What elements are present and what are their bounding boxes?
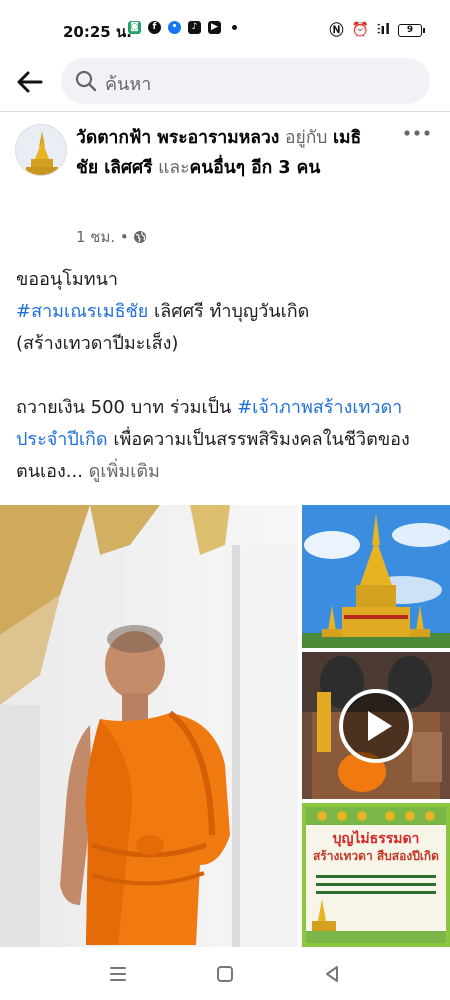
post-meta: 1 ชม. • xyxy=(76,225,147,249)
post-body: ขออนุโมทนา #สามเณรเมธิชัย เลิศศรี ทำบุญว… xyxy=(16,264,436,488)
messenger-app-icon: • xyxy=(168,21,181,34)
play-icon xyxy=(368,711,392,741)
with-text: อยู่กับ xyxy=(284,128,328,148)
back-nav-icon[interactable] xyxy=(320,962,344,986)
status-time: 20:25 น. xyxy=(63,23,132,41)
system-nav-bar xyxy=(0,948,450,1000)
status-bar: 20:25 น. ◙ f • ♪ ▶ Ⓝ ⏰ ⫶ıl 9 xyxy=(0,0,450,56)
youtube-app-icon: ▶ xyxy=(208,21,221,34)
post-header: วัดตากฟ้า พระอารามหลวง อยู่กับ เมธิชัย เ… xyxy=(0,113,450,253)
banner-image xyxy=(302,803,450,947)
post-media-grid: บุญไม่ธรรมดา สร้างเทวดา สืบสองปีเกิด xyxy=(0,505,450,947)
tiktok-app-icon: ♪ xyxy=(188,21,201,34)
and-text: และ xyxy=(158,158,190,178)
page-name-link[interactable]: วัดตากฟ้า พระอารามหลวง xyxy=(76,128,279,148)
search-icon xyxy=(75,70,97,92)
system-icons: Ⓝ ⏰ ⫶ıl 9 xyxy=(329,20,425,40)
line-app-icon: ◙ xyxy=(128,21,141,34)
more-options-icon[interactable] xyxy=(402,127,432,139)
pagoda-photo[interactable] xyxy=(302,505,450,648)
event-banner-photo[interactable]: บุญไม่ธรรมดา สร้างเทวดา สืบสองปีเกิด xyxy=(302,803,450,947)
others-link[interactable]: คนอื่นๆ อีก 3 คน xyxy=(190,158,321,178)
globe-icon xyxy=(133,231,146,243)
search-input[interactable]: ค้นหา xyxy=(61,58,430,104)
battery-icon: 9 xyxy=(398,23,425,37)
home-icon[interactable] xyxy=(213,962,237,986)
monk-photo[interactable] xyxy=(0,505,298,947)
pagoda-image xyxy=(302,505,450,648)
signal-icon: ⫶ıl xyxy=(376,22,390,38)
back-arrow-icon[interactable] xyxy=(14,66,46,98)
page-avatar[interactable] xyxy=(15,124,67,176)
post-time[interactable]: 1 ชม. • xyxy=(76,225,129,249)
post-paragraph-2: ถวายเงิน 500 บาท ร่วมเป็น #เจ้าภาพสร้างเ… xyxy=(16,397,410,482)
pagoda-avatar-image xyxy=(16,125,66,175)
recent-apps-icon[interactable] xyxy=(106,962,130,986)
post-author-line: วัดตากฟ้า พระอารามหลวง อยู่กับ เมธิชัย เ… xyxy=(76,123,376,183)
post-line-3: (สร้างเทวดาปีมะเส็ง) xyxy=(16,333,179,354)
nfc-icon: Ⓝ xyxy=(329,23,344,39)
more-notifications-icon xyxy=(232,25,237,30)
post-line-2: #สามเณรเมธิชัย เลิศศรี ทำบุญวันเกิด xyxy=(16,301,310,322)
notification-icons: ◙ f • ♪ ▶ xyxy=(128,21,237,34)
monk-image xyxy=(0,505,298,947)
search-placeholder: ค้นหา xyxy=(105,74,152,95)
video-thumbnail[interactable] xyxy=(302,652,450,799)
banner-title: บุญไม่ธรรมดา สร้างเทวดา สืบสองปีเกิด xyxy=(313,831,439,863)
alarm-icon: ⏰ xyxy=(351,22,369,38)
facebook-app-icon: f xyxy=(148,21,161,34)
see-more-link[interactable]: ดูเพิ่มเติม xyxy=(83,461,160,482)
search-header: ค้นหา xyxy=(0,56,450,112)
play-button[interactable] xyxy=(339,689,413,763)
hashtag-link-1[interactable]: #สามเณรเมธิชัย xyxy=(16,301,148,322)
post-line-1: ขออนุโมทนา xyxy=(16,269,119,290)
